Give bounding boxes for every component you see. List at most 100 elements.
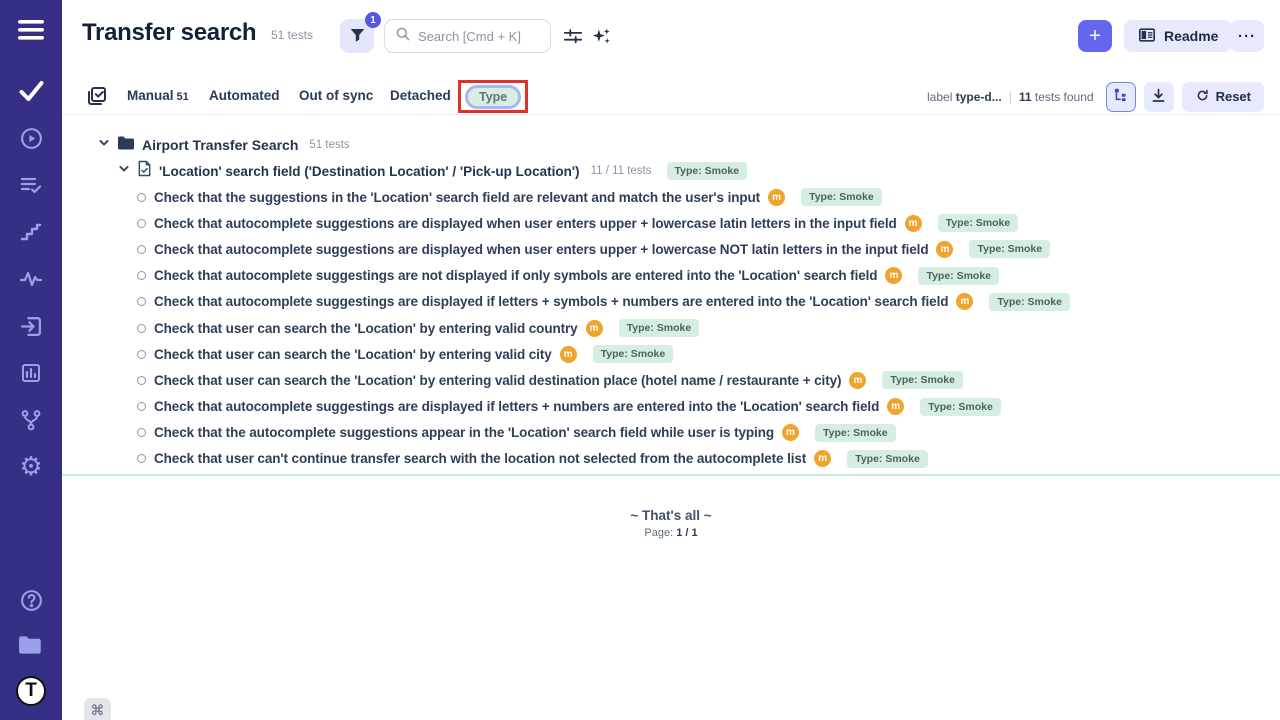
ai-sparkles-icon[interactable] xyxy=(590,26,612,46)
manual-badge: m xyxy=(956,293,973,310)
folder-meta: 51 tests xyxy=(309,139,349,151)
type-smoke-badge: Type: Smoke xyxy=(969,240,1050,258)
type-smoke-badge: Type: Smoke xyxy=(920,398,1001,416)
test-title: Check that user can search the 'Location… xyxy=(154,373,841,388)
search-box[interactable] xyxy=(384,19,551,53)
type-filter-pill[interactable]: Type xyxy=(465,85,521,109)
test-status-icon xyxy=(137,376,146,385)
type-smoke-badge: Type: Smoke xyxy=(847,450,928,468)
help-icon[interactable] xyxy=(17,586,45,614)
test-status-icon xyxy=(137,324,146,333)
test-title: Check that user can't continue transfer … xyxy=(154,451,806,466)
test-row[interactable]: Check that autocomplete suggestings are … xyxy=(62,263,1280,289)
manual-badge: m xyxy=(887,398,904,415)
test-row[interactable]: Check that user can search the 'Location… xyxy=(62,341,1280,367)
reports-chart-icon[interactable] xyxy=(17,359,45,387)
test-title: Check that user can search the 'Location… xyxy=(154,321,578,336)
readme-button[interactable]: Readme xyxy=(1124,20,1232,52)
test-plans-icon[interactable] xyxy=(17,171,45,199)
page-title: Transfer search xyxy=(82,19,256,47)
test-tree: Airport Transfer Search 51 tests 'Locati… xyxy=(62,115,1280,539)
search-input[interactable] xyxy=(418,29,538,44)
reset-refresh-icon xyxy=(1195,88,1210,106)
type-smoke-badge: Type: Smoke xyxy=(815,424,896,442)
list-end-separator xyxy=(62,474,1280,476)
manual-badge: m xyxy=(768,189,785,206)
test-status-icon xyxy=(137,193,146,202)
download-button[interactable] xyxy=(1144,82,1174,112)
test-status-icon xyxy=(137,297,146,306)
settings-gear-icon[interactable]: ⚙ xyxy=(17,453,45,481)
more-options-button[interactable]: ··· xyxy=(1230,20,1264,52)
test-row[interactable]: Check that the autocomplete suggestions … xyxy=(62,420,1280,446)
app-window: ⚙ T Transfer search 51 tests 1 xyxy=(0,0,1280,720)
type-smoke-badge: Type: Smoke xyxy=(619,319,700,337)
reset-label: Reset xyxy=(1216,89,1251,104)
import-icon[interactable] xyxy=(17,312,45,340)
test-row[interactable]: Check that user can't continue transfer … xyxy=(62,446,1280,472)
command-shortcut-button[interactable]: ⌘ xyxy=(84,698,111,720)
suite-meta: 11 / 11 tests xyxy=(591,165,652,177)
annotation-red-box: Type xyxy=(458,80,528,113)
pulse-activity-icon[interactable] xyxy=(17,265,45,293)
header: Transfer search 51 tests 1 + xyxy=(62,0,1280,70)
test-title: Check that autocomplete suggestings are … xyxy=(154,294,948,309)
filter-summary: label type-d...|11 tests found xyxy=(927,90,1094,104)
menu-icon[interactable] xyxy=(17,16,45,44)
test-row[interactable]: Check that the suggestions in the 'Locat… xyxy=(62,184,1280,210)
tab-automated[interactable]: Automated xyxy=(209,78,280,114)
type-smoke-badge: Type: Smoke xyxy=(593,345,674,363)
filter-count-badge: 1 xyxy=(365,12,381,28)
manual-badge: m xyxy=(782,424,799,441)
milestones-steps-icon[interactable] xyxy=(17,218,45,246)
tab-detached[interactable]: Detached xyxy=(390,78,451,114)
search-icon xyxy=(395,26,411,47)
folder-row[interactable]: Airport Transfer Search 51 tests xyxy=(62,132,1280,158)
manual-badge: m xyxy=(849,372,866,389)
test-row[interactable]: Check that autocomplete suggestings are … xyxy=(62,289,1280,315)
sidebar: ⚙ T xyxy=(0,0,62,720)
tree-view-icon xyxy=(1112,87,1129,107)
chevron-down-icon[interactable] xyxy=(98,136,110,154)
type-smoke-badge: Type: Smoke xyxy=(918,267,999,285)
test-row[interactable]: Check that user can search the 'Location… xyxy=(62,367,1280,393)
tab-out-of-sync-label: Out of sync xyxy=(299,88,373,103)
page-value: 1 / 1 xyxy=(676,527,697,539)
readme-label: Readme xyxy=(1164,28,1218,44)
type-smoke-badge: Type: Smoke xyxy=(667,162,748,180)
reset-button[interactable]: Reset xyxy=(1182,82,1264,112)
branches-icon[interactable] xyxy=(17,406,45,434)
tests-check-icon[interactable] xyxy=(17,77,45,105)
test-row[interactable]: Check that autocomplete suggestions are … xyxy=(62,236,1280,262)
test-status-icon xyxy=(137,245,146,254)
projects-folder-icon[interactable] xyxy=(17,631,45,659)
test-title: Check that autocomplete suggestings are … xyxy=(154,399,879,414)
test-row[interactable]: Check that user can search the 'Location… xyxy=(62,315,1280,341)
test-status-icon xyxy=(137,428,146,437)
test-row[interactable]: Check that autocomplete suggestions are … xyxy=(62,210,1280,236)
manual-badge: m xyxy=(936,241,953,258)
funnel-icon xyxy=(349,26,366,47)
tab-manual[interactable]: Manual51 xyxy=(127,78,189,115)
app-logo[interactable]: T xyxy=(16,676,46,706)
suite-row[interactable]: 'Location' search field ('Destination Lo… xyxy=(62,158,1280,184)
test-title: Check that autocomplete suggestions are … xyxy=(154,242,928,257)
readme-book-icon xyxy=(1138,26,1156,47)
runs-play-icon[interactable] xyxy=(17,124,45,152)
tab-out-of-sync[interactable]: Out of sync xyxy=(299,78,373,114)
view-options-sliders-icon[interactable] xyxy=(562,26,584,46)
tests-count: 51 tests xyxy=(271,28,313,42)
test-row[interactable]: Check that autocomplete suggestings are … xyxy=(62,394,1280,420)
filter-summary-prefix: label xyxy=(927,90,956,104)
chevron-down-icon[interactable] xyxy=(118,162,130,180)
manual-badge: m xyxy=(814,450,831,467)
type-smoke-badge: Type: Smoke xyxy=(882,371,963,389)
tree-view-button[interactable] xyxy=(1106,82,1136,112)
folder-name: Airport Transfer Search xyxy=(142,137,298,153)
select-all-icon[interactable] xyxy=(86,85,108,112)
add-button[interactable]: + xyxy=(1078,20,1112,52)
test-status-icon xyxy=(137,271,146,280)
suite-name: 'Location' search field ('Destination Lo… xyxy=(159,164,580,179)
document-check-icon xyxy=(137,160,152,182)
pagination: Page: 1 / 1 xyxy=(62,527,1280,539)
